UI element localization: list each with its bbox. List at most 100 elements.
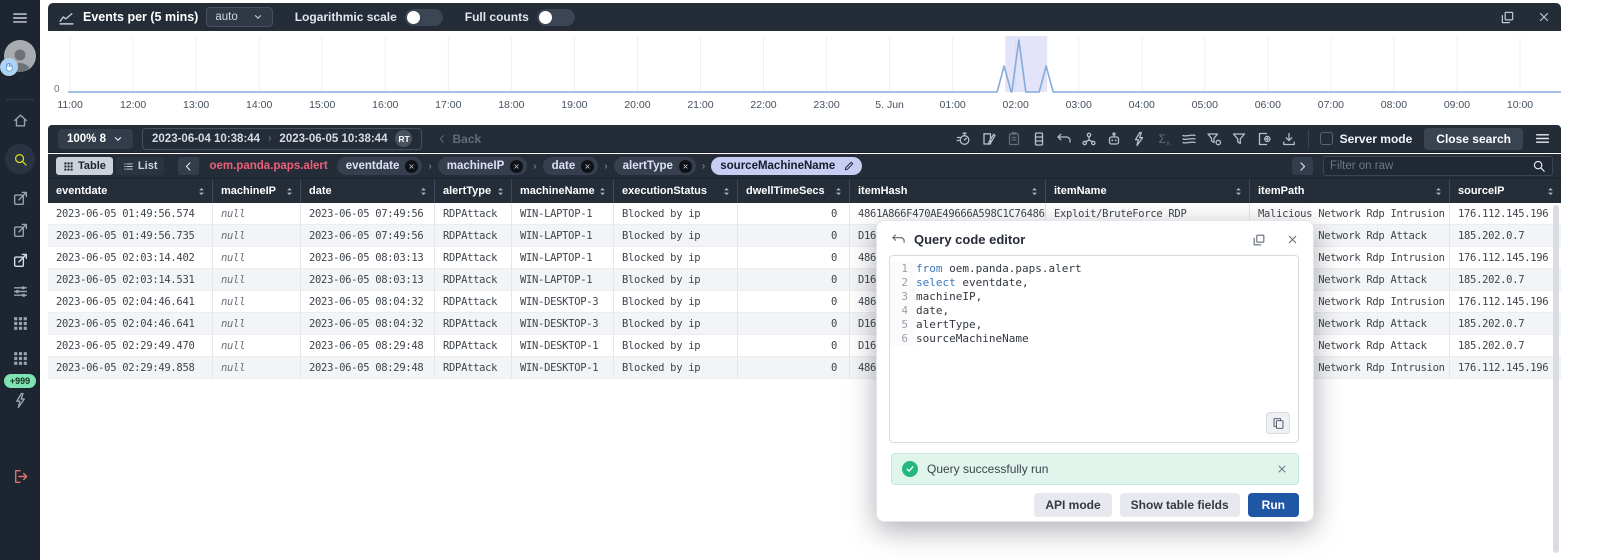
download-icon[interactable] [1281,131,1297,147]
cell-eventdate[interactable]: 2023-06-05 02:29:49.858 [48,357,212,379]
cell-dwellTimeSecs[interactable]: 0 [737,225,849,247]
export-icon[interactable] [1256,131,1272,147]
cell-alertType[interactable]: RDPAttack [434,247,511,269]
sidebar-item-apps-grid-icon[interactable] [0,315,40,332]
toolbar-menu-icon[interactable] [1534,130,1551,147]
chart-plot[interactable] [48,33,1561,97]
filter-settings-icon[interactable] [1206,131,1222,147]
columns-icon[interactable] [1031,131,1047,147]
cell-sourceIP[interactable]: 176.112.145.196 [1449,203,1561,225]
back-button[interactable]: Back [436,132,481,146]
cell-eventdate[interactable]: 2023-06-05 02:29:49.470 [48,335,212,357]
column-header-itemPath[interactable]: itemPath [1249,179,1449,203]
clipboard-icon[interactable] [1006,131,1022,147]
cell-machineIP[interactable]: null [212,203,300,225]
cell-date[interactable]: 2023-06-05 08:03:13 [300,247,434,269]
interval-dropdown[interactable]: auto [206,7,273,27]
cell-date[interactable]: 2023-06-05 07:49:56 [300,203,434,225]
server-mode-checkbox[interactable] [1319,132,1333,145]
close-search-button[interactable]: Close search [1424,127,1523,150]
popout-icon[interactable] [1252,233,1266,247]
cell-date[interactable]: 2023-06-05 08:04:32 [300,291,434,313]
column-header-date[interactable]: date [300,179,434,203]
column-header-machineIP[interactable]: machineIP [212,179,300,203]
cell-alertType[interactable]: RDPAttack [434,269,511,291]
sort-icon[interactable] [1545,186,1556,197]
cell-dwellTimeSecs[interactable]: 0 [737,247,849,269]
sidebar-item-sliders-icon[interactable] [0,283,40,300]
cell-sourceIP[interactable]: 185.202.0.7 [1449,225,1561,247]
table-row[interactable]: 2023-06-05 02:29:49.858 null 2023-06-05 08… [48,357,1561,379]
cell-alertType[interactable]: RDPAttack [434,313,511,335]
table-row[interactable]: 2023-06-05 02:04:46.641 null 2023-06-05 08… [48,291,1561,313]
cell-sourceIP[interactable]: 176.112.145.196 [1449,357,1561,379]
cell-executionStatus[interactable]: Blocked by ip [613,247,737,269]
remove-field-icon[interactable] [581,159,595,173]
sidebar-item-data-export-icon[interactable] [0,222,40,239]
table-row[interactable]: 2023-06-05 02:03:14.531 null 2023-06-05 08… [48,269,1561,291]
cell-machineName[interactable]: WIN-DESKTOP-1 [511,357,613,379]
modal-close-icon[interactable] [1286,233,1299,246]
api-mode-button[interactable]: API mode [1034,493,1112,517]
cell-alertType[interactable]: RDPAttack [434,335,511,357]
aggregate-icon[interactable]: Σx [1156,131,1172,147]
cell-machineName[interactable]: WIN-DESKTOP-1 [511,335,613,357]
cell-executionStatus[interactable]: Blocked by ip [613,313,737,335]
cell-date[interactable]: 2023-06-05 08:03:13 [300,269,434,291]
cell-eventdate[interactable]: 2023-06-05 01:49:56.735 [48,225,212,247]
cell-executionStatus[interactable]: Blocked by ip [613,203,737,225]
query-history-icon[interactable] [956,131,972,147]
full-counts-toggle[interactable] [536,8,575,26]
realtime-badge[interactable]: RT [395,130,413,147]
sidebar-item-gear-icon[interactable] [0,430,40,447]
table-row[interactable]: 2023-06-05 02:03:14.402 null 2023-06-05 08… [48,247,1561,269]
cell-sourceIP[interactable]: 176.112.145.196 [1449,291,1561,313]
field-chip-eventdate[interactable]: eventdate [336,157,423,175]
cell-executionStatus[interactable]: Blocked by ip [613,357,737,379]
flash-query-icon[interactable] [1131,131,1147,147]
log-scale-toggle[interactable] [404,8,443,26]
cell-machineName[interactable]: WIN-LAPTOP-1 [511,225,613,247]
cell-machineIP[interactable]: null [212,269,300,291]
sort-icon[interactable] [418,186,429,197]
remove-field-icon[interactable] [405,159,419,173]
cell-dwellTimeSecs[interactable]: 0 [737,269,849,291]
code-rerun-icon[interactable] [1056,131,1072,147]
menu-icon[interactable] [0,7,40,29]
cell-machineIP[interactable]: null [212,357,300,379]
cell-date[interactable]: 2023-06-05 08:04:32 [300,313,434,335]
table-scrollbar[interactable] [1553,205,1559,553]
cell-sourceIP[interactable]: 185.202.0.7 [1449,269,1561,291]
cell-sourceIP[interactable]: 185.202.0.7 [1449,335,1561,357]
table-view-button[interactable]: Table [56,157,113,175]
column-header-executionStatus[interactable]: executionStatus [613,179,737,203]
cell-machineName[interactable]: WIN-LAPTOP-1 [511,247,613,269]
cell-machineIP[interactable]: null [212,225,300,247]
cell-machineIP[interactable]: null [212,335,300,357]
cell-machineIP[interactable]: null [212,247,300,269]
field-chip-alertType[interactable]: alertType [613,157,696,175]
sort-icon[interactable] [1233,186,1244,197]
cell-alertType[interactable]: RDPAttack [434,291,511,313]
sort-icon[interactable] [597,186,608,197]
cell-machineName[interactable]: WIN-LAPTOP-1 [511,203,613,225]
cell-date[interactable]: 2023-06-05 07:49:56 [300,225,434,247]
list-view-button[interactable]: List [115,157,165,175]
column-header-itemName[interactable]: itemName [1045,179,1249,203]
sort-icon[interactable] [196,186,207,197]
sidebar-item-data-export-icon[interactable] [0,252,40,269]
sort-icon[interactable] [1433,186,1444,197]
sidebar-item-home-icon[interactable] [0,112,40,129]
remove-field-icon[interactable] [678,159,692,173]
field-chip-machineIP[interactable]: machineIP [437,157,528,175]
bot-icon[interactable] [1106,131,1122,147]
column-header-itemHash[interactable]: itemHash [849,179,1045,203]
column-header-machineName[interactable]: machineName [511,179,613,203]
cell-eventdate[interactable]: 2023-06-05 02:04:46.641 [48,291,212,313]
cell-eventdate[interactable]: 2023-06-05 02:03:14.531 [48,269,212,291]
column-header-dwellTimeSecs[interactable]: dwellTimeSecs [737,179,849,203]
cell-alertType[interactable]: RDPAttack [434,203,511,225]
table-row[interactable]: 2023-06-05 02:29:49.470 null 2023-06-05 08… [48,335,1561,357]
server-mode-toggle[interactable]: Server mode [1319,132,1412,146]
cell-executionStatus[interactable]: Blocked by ip [613,335,737,357]
